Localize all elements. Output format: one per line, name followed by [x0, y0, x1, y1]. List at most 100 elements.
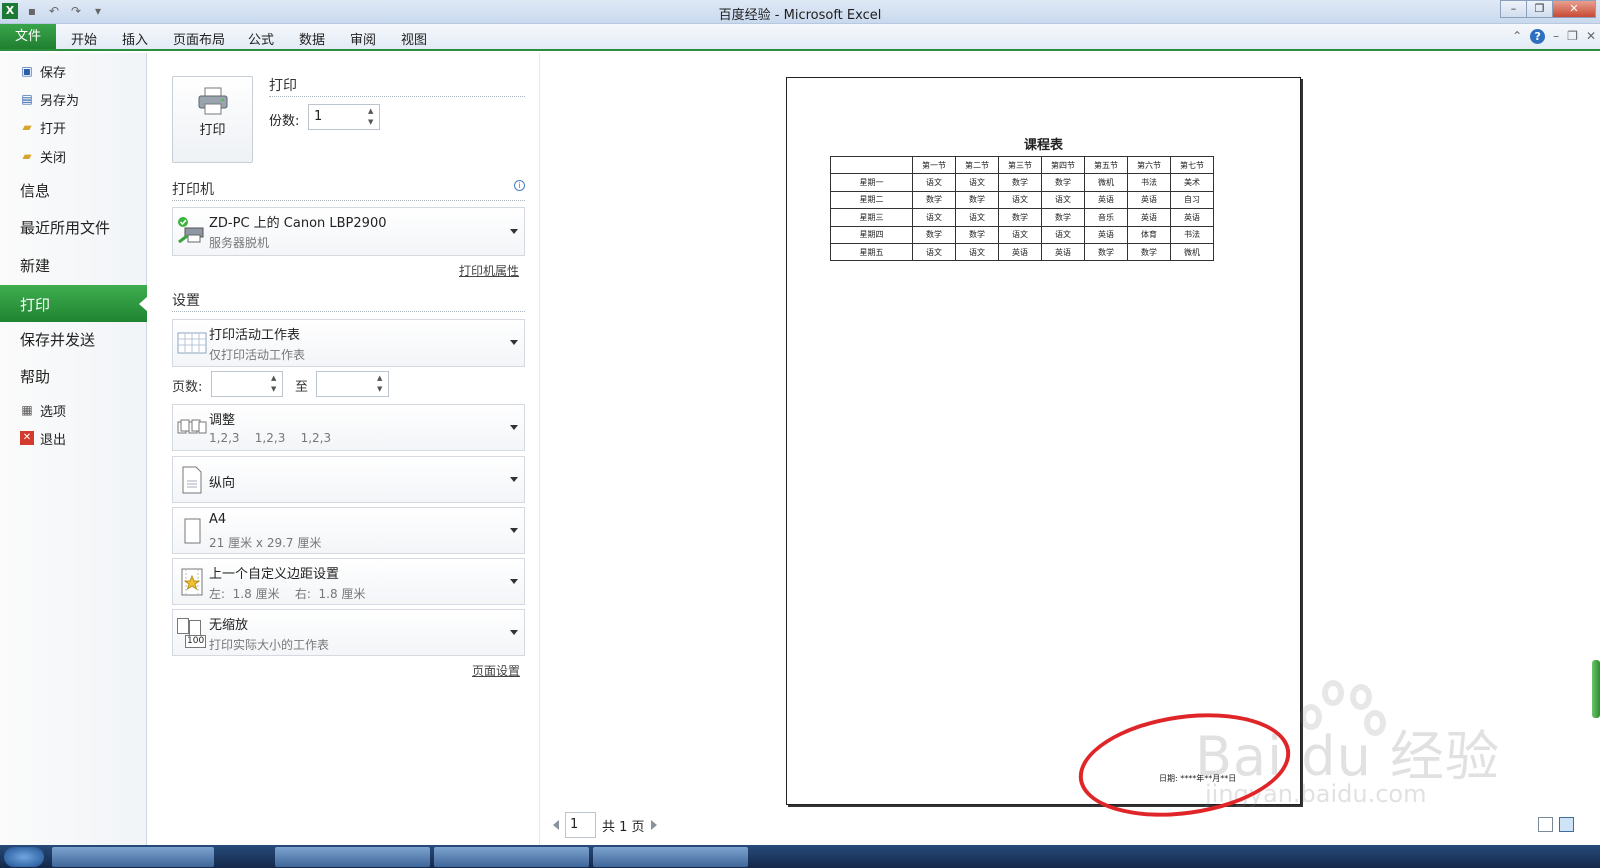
paper-size-main: A4	[209, 512, 227, 527]
printer-section-divider	[172, 200, 525, 201]
doc-minimize-icon[interactable]: –	[1553, 29, 1559, 44]
minimize-ribbon-icon[interactable]: ⌃	[1512, 29, 1522, 44]
stepper-arrows-icon[interactable]: ▲ ▼	[368, 106, 377, 128]
page-total: 共 1 页	[602, 819, 645, 835]
copies-stepper[interactable]: 1 ▲ ▼	[308, 104, 380, 130]
tab-formulas[interactable]: 公式	[248, 29, 274, 48]
table-cell: 英语	[1170, 208, 1214, 227]
current-page-input[interactable]: 1	[565, 812, 596, 838]
pages-from-input[interactable]: ▲ ▼	[211, 371, 283, 397]
chevron-down-icon	[510, 340, 518, 345]
table-cell: 星期三	[830, 208, 913, 227]
table-cell: 语文	[1041, 190, 1085, 210]
nav-options[interactable]: ▦ 选项	[20, 400, 66, 420]
print-section-divider	[269, 96, 525, 97]
table-row: 星期五 语文 语文 英语 英语 数学 数学 微机	[830, 242, 1214, 262]
tab-page-layout[interactable]: 页面布局	[173, 29, 225, 48]
nav-close[interactable]: ▰ 关闭	[20, 146, 66, 166]
printer-properties-link[interactable]: 打印机属性	[459, 262, 519, 279]
nav-open-label: 打开	[40, 121, 67, 137]
pages-to-input[interactable]: ▲ ▼	[316, 371, 389, 397]
table-cell: 数学	[955, 225, 999, 244]
nav-info[interactable]: 信息	[20, 180, 50, 201]
nav-help[interactable]: 帮助	[20, 366, 50, 387]
print-settings-panel: 打印 打印 份数: 1 ▲ ▼ 打印机 i ZD-PC 上的 Canon LBP2…	[148, 53, 540, 868]
pages-to-label: 至	[295, 380, 309, 395]
copies-value: 1	[314, 109, 323, 124]
stepper-arrows-icon[interactable]: ▲ ▼	[377, 373, 386, 395]
nav-save-send[interactable]: 保存并发送	[20, 329, 95, 350]
chevron-down-icon	[510, 424, 518, 430]
table-cell: 英语	[998, 242, 1042, 262]
print-section-title: 打印	[269, 78, 297, 94]
minimize-icon[interactable]: –	[1500, 0, 1527, 18]
table-cell: 英语	[1084, 190, 1128, 210]
table-cell: 音乐	[1084, 208, 1128, 227]
tab-insert[interactable]: 插入	[122, 29, 148, 48]
table-cell: 语文	[998, 190, 1042, 210]
close-window-icon[interactable]: ✕	[1552, 0, 1596, 18]
table-cell: 微机	[1084, 173, 1128, 192]
doc-close-icon[interactable]: ✕	[1586, 29, 1596, 44]
window-controls: – ❐ ✕	[1500, 0, 1596, 18]
restore-icon[interactable]: ❐	[1526, 0, 1553, 18]
info-icon[interactable]: i	[514, 180, 525, 191]
sheet-title: 课程表	[1023, 138, 1063, 153]
paper-size-sub: 21 厘米 x 29.7 厘米	[209, 536, 322, 550]
page-setup-link[interactable]: 页面设置	[472, 662, 520, 679]
print-button[interactable]: 打印	[172, 76, 253, 163]
show-margins-icon[interactable]	[1538, 817, 1553, 832]
print-scope-dropdown[interactable]: 打印活动工作表 仅打印活动工作表	[172, 319, 525, 367]
stepper-arrows-icon[interactable]: ▲ ▼	[271, 373, 280, 395]
nav-save[interactable]: ▣ 保存	[20, 61, 66, 81]
schedule-table: 第一节 第二节 第三节 第四节 第五节 第六节 第七节 星期一 语文 语文 数学 数学 微机 书法 美术 星期…	[830, 155, 1214, 262]
table-cell: 英语	[1041, 242, 1085, 262]
collate-icon	[177, 419, 207, 434]
zoom-to-page-icon[interactable]	[1559, 817, 1574, 832]
table-header-row: 第一节 第二节 第三节 第四节 第五节 第六节 第七节	[830, 155, 1214, 175]
orientation-value: 纵向	[209, 476, 236, 491]
nav-exit[interactable]: ✕ 退出	[20, 428, 66, 448]
taskbar-item[interactable]	[434, 847, 589, 867]
orientation-dropdown[interactable]: 纵向	[172, 456, 525, 503]
printer-dropdown[interactable]: ZD-PC 上的 Canon LBP2900 服务器脱机	[172, 207, 525, 256]
nav-new[interactable]: 新建	[20, 255, 50, 276]
nav-print[interactable]: 打印	[0, 285, 148, 322]
tab-file[interactable]: 文件	[0, 24, 56, 49]
next-page-icon[interactable]	[650, 820, 657, 830]
taskbar-item[interactable]	[52, 847, 214, 867]
chevron-down-icon	[510, 228, 518, 234]
table-cell: 数学	[1127, 242, 1171, 262]
windows-taskbar	[0, 845, 1600, 868]
zoom-slider-handle[interactable]	[1592, 660, 1600, 718]
table-cell	[830, 155, 913, 175]
taskbar-item[interactable]	[593, 847, 748, 867]
scaling-dropdown[interactable]: 100 无缩放 打印实际大小的工作表	[172, 609, 525, 656]
margins-dropdown[interactable]: 上一个自定义边距设置 左: 1.8 厘米 右: 1.8 厘米	[172, 558, 525, 605]
collate-dropdown[interactable]: 调整 1,2,3 1,2,3 1,2,3	[172, 404, 525, 451]
tab-data[interactable]: 数据	[299, 29, 325, 48]
nav-save-as-label: 另存为	[40, 93, 80, 109]
nav-save-as[interactable]: ▤ 另存为	[20, 89, 79, 109]
table-cell: 星期五	[830, 242, 913, 262]
start-button-icon[interactable]	[4, 847, 44, 867]
ribbon-tabs: 文件 开始 插入 页面布局 公式 数据 审阅 视图 ⌃ ? – ❐ ✕	[0, 24, 1600, 51]
printer-icon	[198, 87, 227, 115]
nav-print-label: 打印	[20, 296, 51, 314]
tab-review[interactable]: 审阅	[350, 29, 376, 48]
print-button-label: 打印	[199, 123, 226, 138]
table-cell: 体育	[1127, 225, 1171, 244]
nav-open[interactable]: ▰ 打开	[20, 117, 66, 137]
scaling-icon: 100	[177, 618, 207, 648]
doc-restore-icon[interactable]: ❐	[1567, 29, 1578, 44]
chevron-down-icon	[510, 578, 518, 584]
chevron-down-icon	[510, 527, 518, 533]
paper-size-dropdown[interactable]: A4 21 厘米 x 29.7 厘米	[172, 507, 525, 554]
help-icon[interactable]: ?	[1530, 29, 1546, 44]
previous-page-icon[interactable]	[553, 820, 559, 830]
tab-home[interactable]: 开始	[71, 29, 97, 48]
copies-label: 份数:	[269, 114, 300, 129]
tab-view[interactable]: 视图	[401, 29, 427, 48]
taskbar-item[interactable]	[275, 847, 430, 867]
nav-recent[interactable]: 最近所用文件	[20, 217, 110, 238]
